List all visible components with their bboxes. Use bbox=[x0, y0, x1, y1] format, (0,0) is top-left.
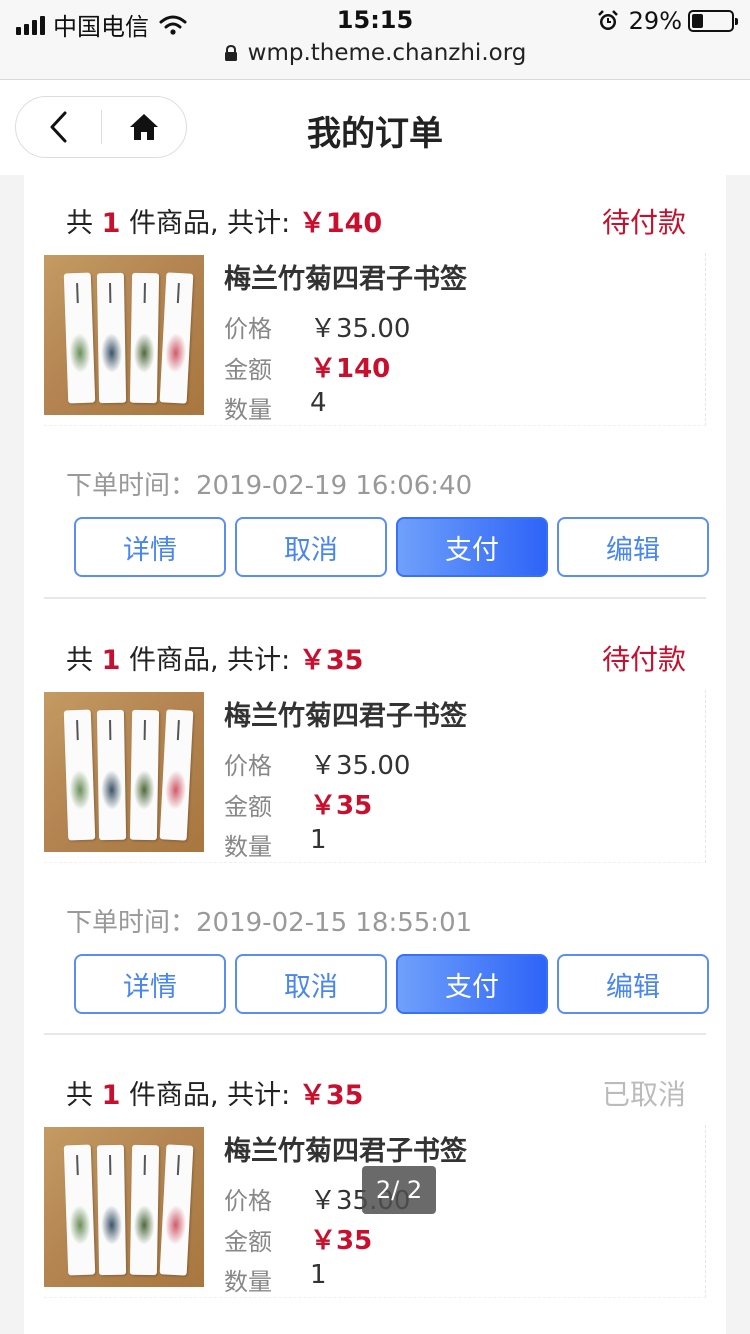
order-time: 下单时间：2019-02-15 18:55:01 bbox=[66, 902, 472, 939]
edit-button[interactable]: 编辑 bbox=[557, 517, 709, 577]
price-label: 价格 bbox=[224, 752, 272, 780]
product-image bbox=[44, 255, 204, 415]
details-button[interactable]: 详情 bbox=[74, 954, 226, 1014]
edit-button[interactable]: 编辑 bbox=[557, 954, 709, 1014]
quantity-value: 1 bbox=[310, 1260, 327, 1290]
pay-button[interactable]: 支付 bbox=[396, 954, 548, 1014]
order-list: 共 1 件商品, 共计: ￥140 待付款 梅兰竹菊四君子书签 价格 ￥35.0… bbox=[24, 175, 726, 1334]
price-label: 价格 bbox=[224, 315, 272, 343]
quantity-value: 1 bbox=[310, 825, 327, 855]
amount-label: 金额 bbox=[224, 793, 272, 821]
page-header: 我的订单 bbox=[0, 80, 750, 175]
price-label: 价格 bbox=[224, 1187, 272, 1215]
product-name: 梅兰竹菊四君子书签 bbox=[224, 701, 467, 732]
page-title: 我的订单 bbox=[307, 114, 443, 154]
item-count: 1 bbox=[101, 645, 121, 676]
amount-value: ￥35 bbox=[310, 791, 373, 821]
summary-mid: 件商品, 共计: bbox=[120, 208, 299, 239]
order-actions: 详情 取消 支付 编辑 bbox=[74, 954, 709, 1014]
battery-percent: 29% bbox=[628, 7, 682, 35]
quantity-value: 4 bbox=[310, 388, 327, 418]
alarm-icon bbox=[597, 10, 618, 30]
order-status: 待付款 bbox=[601, 206, 686, 239]
product-item[interactable]: 梅兰竹菊四君子书签 价格 ￥35.00 金额 ￥35 数量 1 bbox=[44, 690, 706, 863]
pay-button[interactable]: 支付 bbox=[396, 517, 548, 577]
price-value: ￥35.00 bbox=[310, 751, 411, 781]
url-bar[interactable]: wmp.theme.chanzhi.org bbox=[0, 40, 750, 66]
order-summary: 共 1 件商品, 共计: ￥140 bbox=[66, 201, 382, 240]
lock-icon bbox=[224, 45, 237, 61]
summary-mid: 件商品, 共计: bbox=[120, 1080, 299, 1111]
order-total: ￥140 bbox=[298, 208, 383, 239]
order-summary: 共 1 件商品, 共计: ￥35 bbox=[66, 638, 363, 677]
amount-value: ￥140 bbox=[310, 354, 391, 384]
summary-mid: 件商品, 共计: bbox=[120, 645, 299, 676]
amount-value: ￥35 bbox=[310, 1226, 373, 1256]
order-card: 共 1 件商品, 共计: ￥140 待付款 梅兰竹菊四君子书签 价格 ￥35.0… bbox=[24, 175, 726, 599]
item-count: 1 bbox=[101, 208, 121, 239]
cancel-button[interactable]: 取消 bbox=[235, 954, 387, 1014]
cancel-button[interactable]: 取消 bbox=[235, 517, 387, 577]
summary-prefix: 共 bbox=[66, 208, 102, 239]
product-name: 梅兰竹菊四君子书签 bbox=[224, 264, 467, 295]
page-indicator: 2/ 2 bbox=[362, 1166, 436, 1214]
quantity-label: 数量 bbox=[224, 1268, 272, 1296]
status-bar: 中国电信 15:15 29% wmp.theme.chanzhi.org bbox=[0, 0, 750, 80]
order-time-value: 2019-02-19 16:06:40 bbox=[196, 471, 473, 501]
order-actions: 详情 取消 支付 编辑 bbox=[74, 517, 709, 577]
order-time-value: 2019-02-15 18:55:01 bbox=[196, 908, 473, 938]
battery-icon bbox=[688, 10, 738, 32]
price-value: ￥35.00 bbox=[310, 314, 411, 344]
item-count: 1 bbox=[101, 1080, 121, 1111]
product-item[interactable]: 梅兰竹菊四君子书签 价格 ￥35.00 金额 ￥140 数量 4 bbox=[44, 253, 706, 426]
order-divider bbox=[44, 597, 706, 599]
product-name: 梅兰竹菊四君子书签 bbox=[224, 1136, 467, 1167]
product-image bbox=[44, 692, 204, 852]
quantity-label: 数量 bbox=[224, 396, 272, 424]
amount-label: 金额 bbox=[224, 1228, 272, 1256]
order-total: ￥35 bbox=[298, 1080, 364, 1111]
product-image bbox=[44, 1127, 204, 1287]
order-card: 共 1 件商品, 共计: ￥35 待付款 梅兰竹菊四君子书签 价格 ￥35.00… bbox=[24, 612, 726, 1036]
url-text: wmp.theme.chanzhi.org bbox=[247, 40, 527, 66]
details-button[interactable]: 详情 bbox=[74, 517, 226, 577]
order-time-label: 下单时间： bbox=[66, 908, 197, 938]
amount-label: 金额 bbox=[224, 356, 272, 384]
order-time-label: 下单时间： bbox=[66, 471, 197, 501]
order-status: 待付款 bbox=[601, 643, 686, 676]
summary-prefix: 共 bbox=[66, 1080, 102, 1111]
order-summary: 共 1 件商品, 共计: ￥35 bbox=[66, 1073, 363, 1112]
order-total: ￥35 bbox=[298, 645, 364, 676]
order-divider bbox=[44, 1033, 706, 1035]
summary-prefix: 共 bbox=[66, 645, 102, 676]
order-status: 已取消 bbox=[601, 1078, 686, 1111]
quantity-label: 数量 bbox=[224, 833, 272, 861]
order-time: 下单时间：2019-02-19 16:06:40 bbox=[66, 465, 472, 502]
